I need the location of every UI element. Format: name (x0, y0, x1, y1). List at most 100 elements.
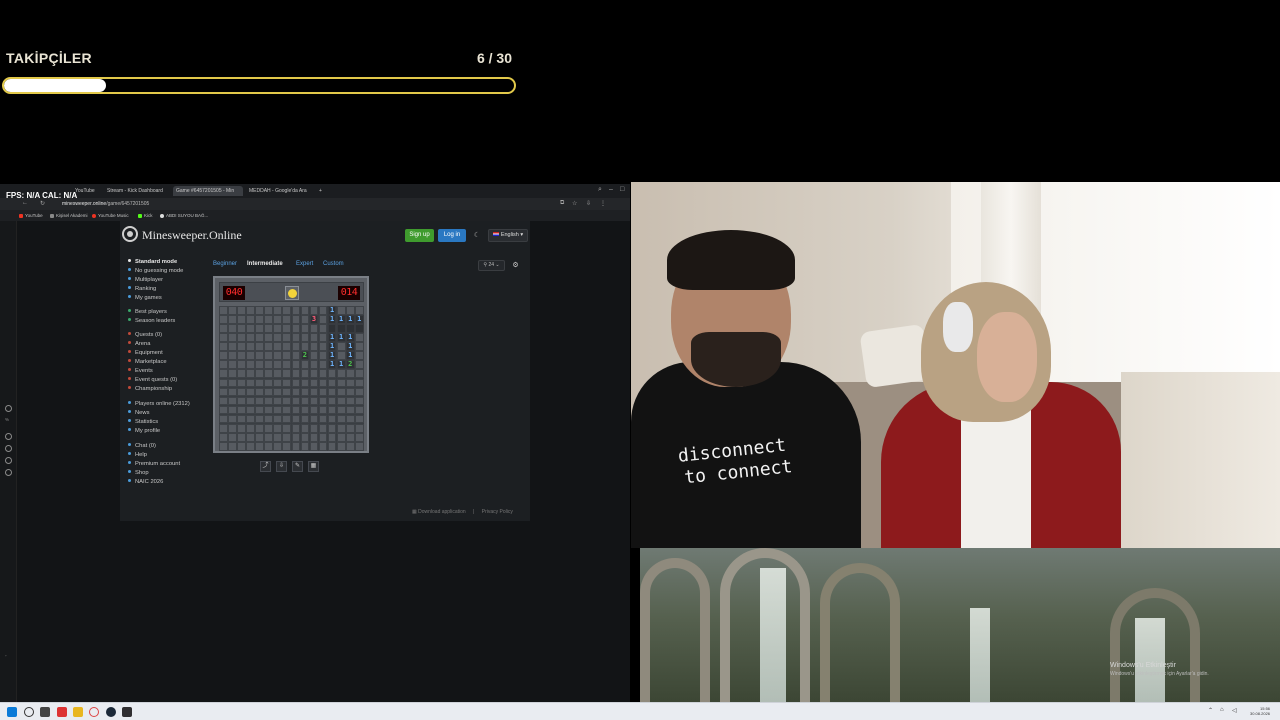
side-menu-item[interactable]: Best players (128, 309, 167, 315)
hidden-cell[interactable] (255, 432, 264, 442)
hidden-cell[interactable] (345, 378, 355, 388)
revealed-cell[interactable] (336, 324, 346, 333)
browser-tab-minesweeper[interactable]: Game #6457201505 - Min (173, 186, 243, 196)
hidden-cell[interactable] (318, 432, 328, 442)
log-in-button[interactable]: Log in (438, 229, 466, 242)
hidden-cell[interactable] (327, 414, 337, 424)
side-menu-item[interactable]: My profile (128, 428, 160, 434)
hidden-cell[interactable] (309, 387, 319, 397)
search-tabs-icon[interactable]: ⌕ (598, 186, 602, 194)
side-menu-item[interactable]: Season leaders (128, 318, 175, 324)
revealed-cell[interactable]: 1 (327, 342, 337, 351)
hidden-cell[interactable] (255, 306, 264, 315)
hidden-cell[interactable] (264, 441, 273, 451)
hidden-cell[interactable] (273, 387, 283, 397)
side-menu-item[interactable]: Chat (0) (128, 443, 156, 449)
hidden-cell[interactable] (309, 369, 319, 379)
hidden-cell[interactable] (291, 396, 301, 406)
hidden-cell[interactable] (291, 324, 301, 333)
hidden-cell[interactable] (228, 405, 237, 415)
hidden-cell[interactable] (228, 324, 237, 333)
hidden-cell[interactable] (336, 351, 346, 360)
hidden-cell[interactable] (219, 423, 228, 433)
side-menu-item[interactable]: Multiplayer (128, 277, 163, 283)
hidden-cell[interactable] (264, 351, 273, 360)
hidden-cell[interactable] (237, 351, 246, 360)
hidden-cell[interactable] (300, 315, 310, 324)
hidden-cell[interactable] (246, 360, 255, 370)
hidden-cell[interactable] (309, 324, 319, 333)
hidden-cell[interactable] (300, 369, 310, 379)
tab-expert[interactable]: Expert (296, 261, 313, 267)
hidden-cell[interactable] (273, 333, 283, 342)
hidden-cell[interactable] (273, 396, 283, 406)
hidden-cell[interactable] (237, 423, 246, 433)
hidden-cell[interactable] (246, 351, 255, 360)
hidden-cell[interactable] (336, 342, 346, 351)
side-menu-item[interactable]: Marketplace (128, 359, 167, 365)
bookmark-akademi[interactable]: Kişisel Akademi (50, 213, 88, 218)
site-logo[interactable]: Minesweeper.Online (142, 228, 242, 243)
system-clock[interactable]: 15:56 30.08.2026 (1250, 706, 1270, 716)
hidden-cell[interactable] (291, 315, 301, 324)
bookmark-youtube-music[interactable]: YouTube Music (92, 213, 129, 218)
hidden-cell[interactable] (246, 324, 255, 333)
hidden-cell[interactable] (318, 414, 328, 424)
steam-icon[interactable] (106, 707, 116, 717)
side-menu-item[interactable]: No guessing mode (128, 268, 183, 274)
hidden-cell[interactable] (273, 432, 283, 442)
hidden-cell[interactable] (228, 342, 237, 351)
search-icon[interactable] (24, 707, 34, 717)
tab-beginner[interactable]: Beginner (213, 261, 237, 267)
hidden-cell[interactable] (300, 306, 310, 315)
hidden-cell[interactable] (345, 369, 355, 379)
file-explorer-icon[interactable] (73, 707, 83, 717)
hidden-cell[interactable] (246, 396, 255, 406)
hidden-cell[interactable] (318, 306, 328, 315)
hidden-cell[interactable] (318, 369, 328, 379)
chatgpt-icon[interactable] (5, 405, 12, 412)
side-menu-item[interactable]: Arena (128, 341, 150, 347)
hidden-cell[interactable] (282, 387, 292, 397)
hidden-cell[interactable] (345, 396, 355, 406)
hidden-cell[interactable] (336, 432, 346, 442)
hidden-cell[interactable] (273, 324, 283, 333)
hidden-cell[interactable] (336, 423, 346, 433)
hidden-cell[interactable] (273, 351, 283, 360)
download-icon[interactable]: ⇩ (276, 461, 287, 472)
hidden-cell[interactable] (291, 423, 301, 433)
hidden-cell[interactable] (237, 396, 246, 406)
hidden-cell[interactable] (255, 387, 264, 397)
zoom-select[interactable]: ⚲ 24 ⌄ (478, 260, 505, 271)
hidden-cell[interactable] (309, 441, 319, 451)
revealed-cell[interactable] (354, 324, 364, 333)
side-menu-item[interactable]: Premium account (128, 461, 180, 467)
hidden-cell[interactable] (228, 360, 237, 370)
revealed-cell[interactable]: 1 (354, 315, 364, 324)
hidden-cell[interactable] (354, 378, 364, 388)
revealed-cell[interactable]: 1 (336, 333, 346, 342)
hidden-cell[interactable] (354, 369, 364, 379)
bookmark-abdi[interactable]: ABDI SUYOU BAĞ... (160, 213, 208, 218)
hidden-cell[interactable] (228, 432, 237, 442)
hidden-cell[interactable] (282, 360, 292, 370)
hidden-cell[interactable] (309, 360, 319, 370)
clock-icon[interactable] (5, 445, 12, 452)
side-menu-item[interactable]: News (128, 410, 150, 416)
hidden-cell[interactable] (282, 342, 292, 351)
hidden-cell[interactable] (345, 414, 355, 424)
hidden-cell[interactable] (255, 324, 264, 333)
hidden-cell[interactable] (300, 396, 310, 406)
hidden-cell[interactable] (228, 387, 237, 397)
hidden-cell[interactable] (255, 423, 264, 433)
hidden-cell[interactable] (282, 324, 292, 333)
hidden-cell[interactable] (228, 414, 237, 424)
hidden-cell[interactable] (219, 396, 228, 406)
side-menu-item[interactable]: Statistics (128, 419, 158, 425)
hidden-cell[interactable] (255, 360, 264, 370)
hidden-cell[interactable] (318, 315, 328, 324)
hidden-cell[interactable] (255, 378, 264, 388)
hidden-cell[interactable] (282, 423, 292, 433)
hidden-cell[interactable] (237, 414, 246, 424)
hidden-cell[interactable] (327, 432, 337, 442)
